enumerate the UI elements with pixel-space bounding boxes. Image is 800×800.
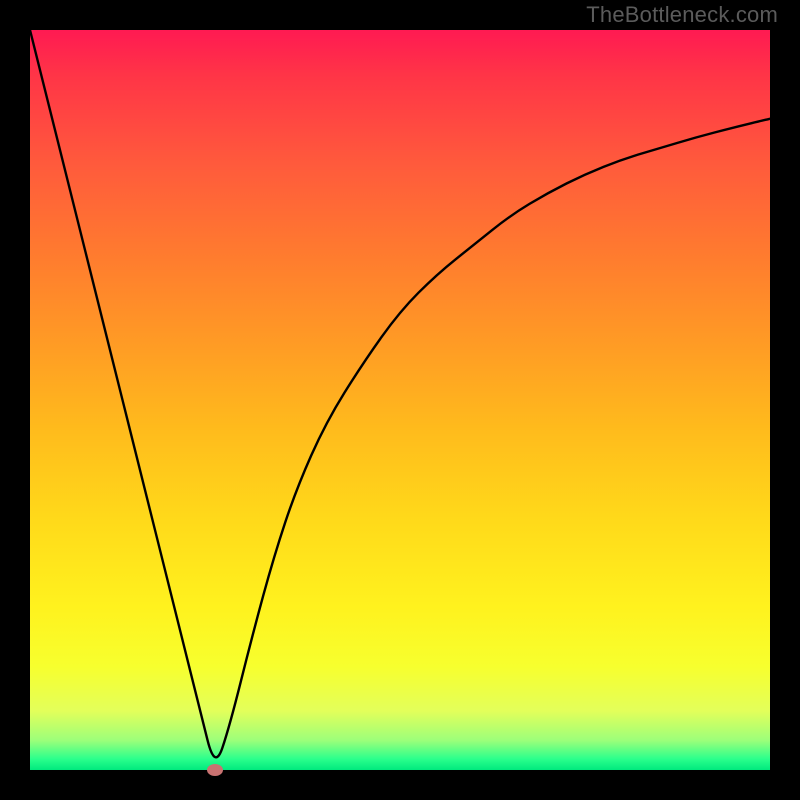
curve-svg — [30, 30, 770, 770]
plot-area — [30, 30, 770, 770]
optimum-marker — [207, 764, 223, 776]
attribution-text: TheBottleneck.com — [586, 2, 778, 28]
chart-frame: TheBottleneck.com — [0, 0, 800, 800]
bottleneck-curve-path — [30, 30, 770, 757]
